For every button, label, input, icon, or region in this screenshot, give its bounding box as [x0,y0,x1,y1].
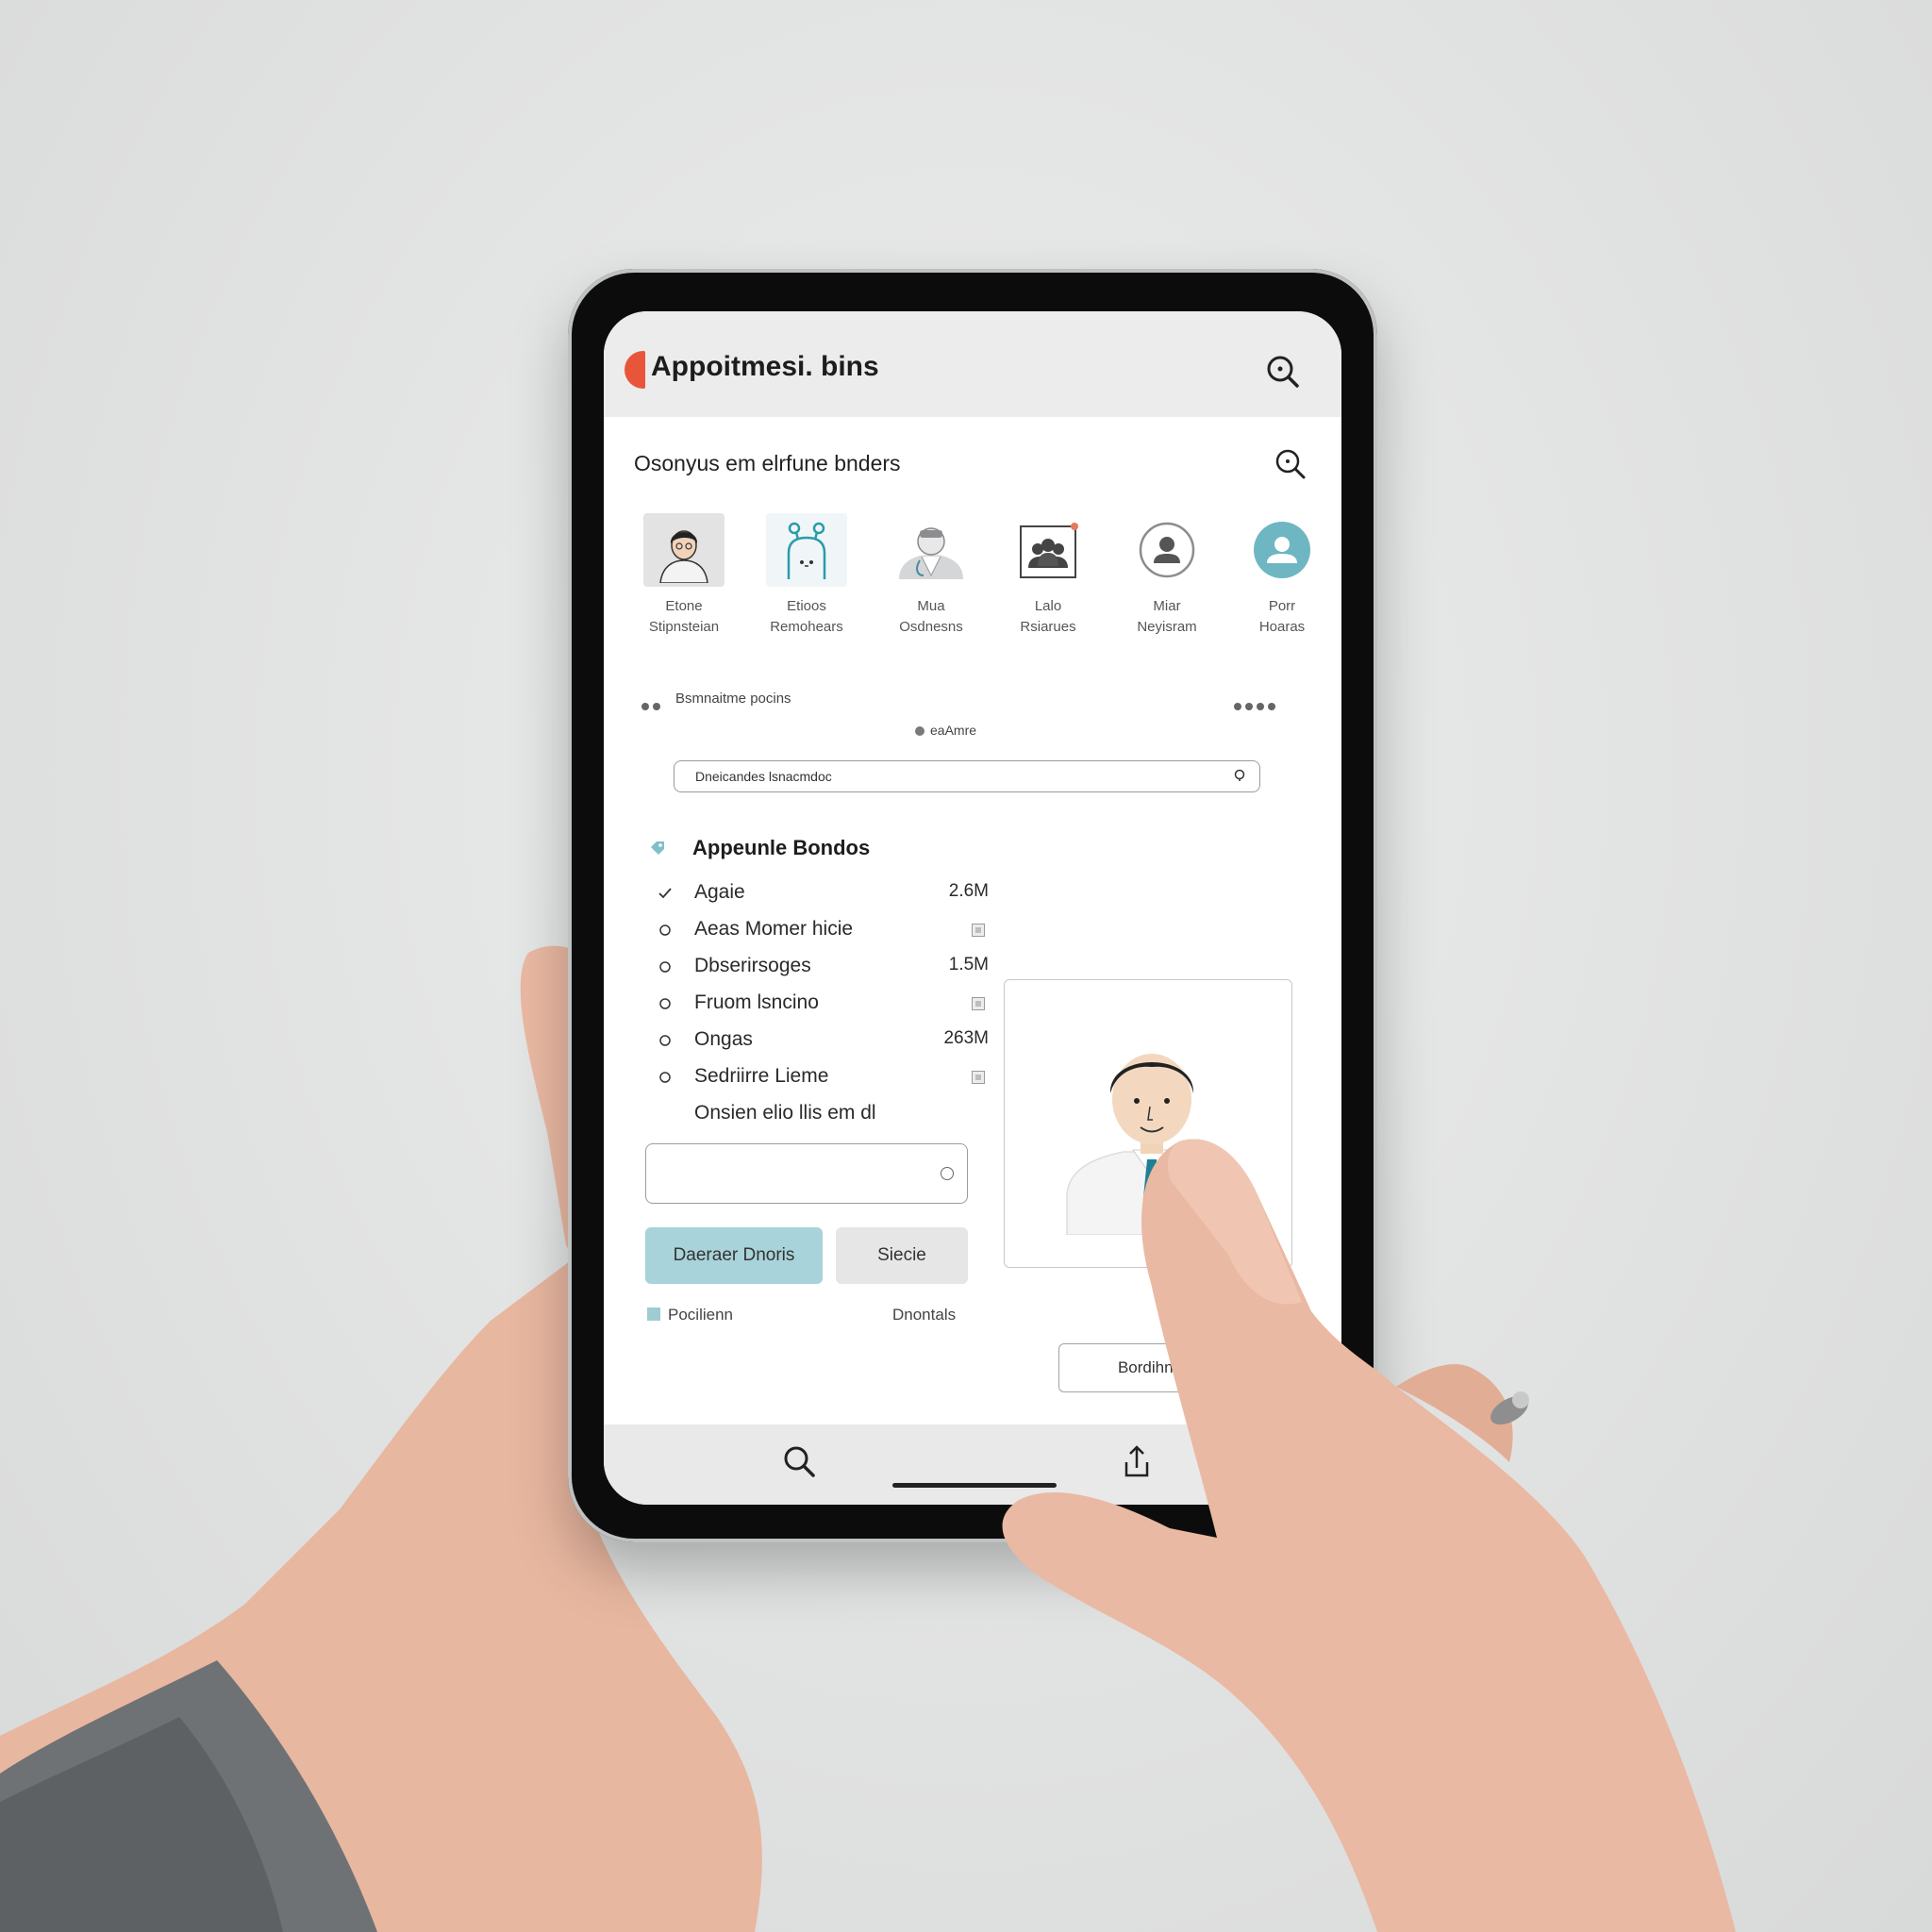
category-label: Lalo Rsiarues [1020,598,1076,635]
list-item[interactable]: Agaie 2.6M [658,875,989,912]
location-pin-icon [1234,769,1245,781]
list-item-label: Ongas [694,1028,753,1050]
app-title: Appoitmesi. bins [651,351,879,382]
radio-icon[interactable] [658,1071,672,1084]
category-label: Etioos Remohears [770,598,843,635]
location-search-input[interactable]: Dneicandes lsnacmdoc [674,760,1260,792]
list-item-label: Fruom lsncino [694,991,819,1013]
background-scene: Appoitmesi. bins Osonyus em elrfune bnde… [0,0,1932,1932]
category-label: Porr Hoaras [1258,598,1306,635]
woman-avatar-icon [643,513,724,587]
brand-logo [625,351,645,389]
appointment-list: Agaie 2.6M Aeas Momer hicie Dbserirsoges… [658,875,989,1133]
radio-icon[interactable] [658,960,672,974]
doctor-icon [891,513,972,587]
filter-label: Bsmnaitme pocins [675,691,791,707]
search-icon[interactable] [1274,447,1307,481]
category-item[interactable]: Etioos Remohears [751,513,862,638]
search-value: Dneicandes lsnacmdoc [695,769,832,784]
list-item-label: Dbserirsoges [694,955,811,976]
footer-left: Pocilienn [647,1306,733,1324]
more-dots-icon[interactable] [1234,698,1279,715]
radio-icon[interactable] [658,997,672,1010]
primary-button[interactable]: Daeraer Dnoris [645,1227,823,1284]
category-item[interactable]: Miar Neyisram [1111,513,1223,638]
search-icon[interactable] [781,1443,819,1481]
radio-icon[interactable] [658,1034,672,1047]
footer-right-label[interactable]: Dnontals [892,1306,956,1324]
status-dot [915,726,924,736]
list-item-label: Aeas Momer hicie [694,918,854,940]
input-status-icon [941,1167,954,1180]
category-label: Miar Neyisram [1137,598,1197,635]
right-hand [1002,1139,1736,1932]
footer-left-label: Pocilienn [668,1306,733,1324]
list-item-label: Agaie [694,881,745,903]
list-item-value: 2.6M [948,881,989,901]
list-item[interactable]: Sedriirre Lieme [658,1059,989,1096]
list-item[interactable]: Aeas Momer hicie [658,912,989,949]
section-title: Osonyus em elrfune bnders [634,451,901,475]
category-row: Etone Stipnsteian Etioos Remohears Mua O… [628,513,1326,645]
text-input[interactable] [645,1143,968,1204]
legend-square [647,1307,660,1321]
list-item[interactable]: Onsien elio llis em dl [658,1096,989,1133]
checkbox[interactable] [972,924,985,937]
category-label: Mua Osdnesns [899,598,963,635]
radio-icon[interactable] [658,924,672,937]
check-icon [658,888,672,899]
support-icon [1241,513,1323,587]
category-item[interactable]: Lalo Rsiarues [992,513,1104,638]
robot-icon [766,513,847,587]
category-label: Etone Stipnsteian [648,598,720,635]
secondary-button[interactable]: Siecie [836,1227,968,1284]
app-bar: Appoitmesi. bins [604,311,1341,417]
category-item[interactable]: Porr Hoaras [1226,513,1338,638]
more-dots-icon[interactable] [641,698,664,715]
list-item[interactable]: Dbserirsoges 1.5M [658,949,989,986]
list-item[interactable]: Fruom lsncino [658,986,989,1023]
search-icon[interactable] [1264,353,1302,391]
person-circle-icon [1126,513,1208,587]
list-item-label: Sedriirre Lieme [694,1065,829,1087]
online-status: eaAmre [915,723,976,738]
category-item[interactable]: Etone Stipnsteian [628,513,740,638]
list-header: Appeunle Bondos [692,836,871,859]
category-item[interactable]: Mua Osdnesns [875,513,987,638]
list-item[interactable]: Ongas 263M [658,1023,989,1059]
group-icon [1008,513,1089,587]
online-label: eaAmre [930,723,977,738]
tag-icon [651,841,664,855]
list-item-label: Onsien elio llis em dl [694,1102,876,1124]
